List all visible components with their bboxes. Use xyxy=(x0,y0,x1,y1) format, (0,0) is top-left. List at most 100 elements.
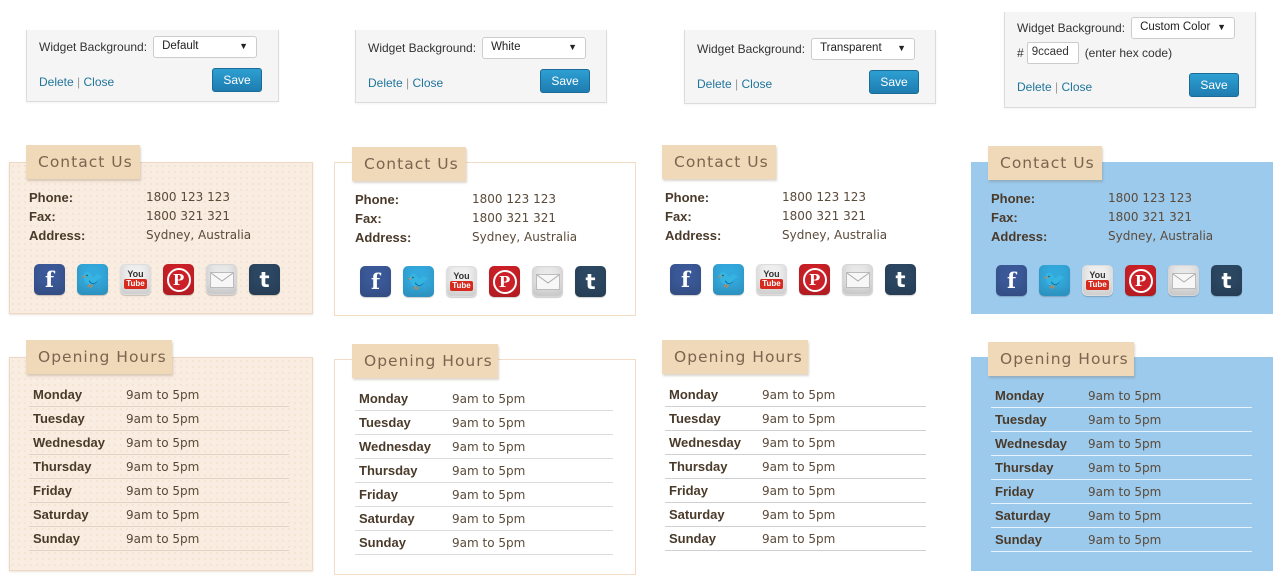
twitter-icon[interactable]: 🐦 xyxy=(713,264,744,295)
hours-table: Monday 9am to 5pm Tuesday 9am to 5pm Wedne… xyxy=(665,383,926,551)
tumblr-icon[interactable]: t xyxy=(1211,265,1242,296)
youtube-icon[interactable]: You Tube xyxy=(1082,265,1113,296)
hours-row: Monday 9am to 5pm xyxy=(355,387,613,411)
facebook-icon[interactable]: f xyxy=(360,266,391,297)
close-link[interactable]: Close xyxy=(413,76,444,90)
settings-panel-default: Widget Background: Default ▼ Delete | Cl… xyxy=(26,30,279,102)
pinterest-icon[interactable]: P xyxy=(799,264,830,295)
pinterest-icon[interactable]: P xyxy=(1125,265,1156,296)
contact-title: Contact Us xyxy=(662,145,776,179)
save-button[interactable]: Save xyxy=(869,70,919,94)
contact-title: Contact Us xyxy=(352,147,466,181)
address-label: Address: xyxy=(991,229,1048,244)
link-separator: | xyxy=(77,75,81,89)
address-label: Address: xyxy=(355,230,412,245)
twitter-icon[interactable]: 🐦 xyxy=(77,264,108,295)
delete-link[interactable]: Delete xyxy=(1017,80,1052,94)
twitter-icon[interactable]: 🐦 xyxy=(1039,265,1070,296)
tumblr-icon[interactable]: t xyxy=(249,264,280,295)
widget-background-select[interactable]: Custom Color ▼ xyxy=(1131,17,1236,39)
fax-value: 1800 321 321 xyxy=(146,209,230,223)
social-icons: f 🐦 You Tube P t xyxy=(34,264,292,295)
address-value: Sydney, Australia xyxy=(782,228,888,242)
hours-row: Monday 9am to 5pm xyxy=(991,384,1252,408)
address-value: Sydney, Australia xyxy=(146,228,252,242)
hours-row: Friday 9am to 5pm xyxy=(29,479,289,503)
hours-row: Thursday 9am to 5pm xyxy=(991,456,1252,480)
address-label: Address: xyxy=(665,228,722,243)
widget-background-select[interactable]: White ▼ xyxy=(482,37,587,59)
hours-row: Wednesday 9am to 5pm xyxy=(29,431,289,455)
hours-row: Wednesday 9am to 5pm xyxy=(355,435,613,459)
hours-row: Wednesday 9am to 5pm xyxy=(991,432,1252,456)
youtube-icon[interactable]: You Tube xyxy=(120,264,151,295)
hours-row: Sunday 9am to 5pm xyxy=(665,527,926,551)
facebook-icon[interactable]: f xyxy=(670,264,701,295)
hours-table: Monday 9am to 5pm Tuesday 9am to 5pm Wedne… xyxy=(355,387,613,555)
hours-row: Friday 9am to 5pm xyxy=(665,479,926,503)
phone-label: Phone: xyxy=(665,190,710,205)
hours-row: Sunday 9am to 5pm xyxy=(29,527,289,551)
chevron-down-icon: ▼ xyxy=(1217,22,1227,32)
link-separator: | xyxy=(406,76,410,90)
social-icons: f 🐦 You Tube P t xyxy=(360,266,618,297)
phone-value: 1800 123 123 xyxy=(472,192,556,206)
hours-row: Sunday 9am to 5pm xyxy=(991,528,1252,552)
save-button[interactable]: Save xyxy=(1189,73,1239,97)
delete-link[interactable]: Delete xyxy=(368,76,403,90)
email-icon[interactable] xyxy=(206,264,237,295)
fax-label: Fax: xyxy=(29,209,56,224)
hours-title: Opening Hours xyxy=(662,340,808,374)
delete-link[interactable]: Delete xyxy=(697,77,732,91)
facebook-icon[interactable]: f xyxy=(996,265,1027,296)
hours-row: Sunday 9am to 5pm xyxy=(355,531,613,555)
select-value: Transparent xyxy=(820,42,882,54)
address-label: Address: xyxy=(29,228,86,243)
select-value: Default xyxy=(162,40,199,52)
phone-value: 1800 123 123 xyxy=(146,190,230,204)
widget-background-label: Widget Background: xyxy=(39,40,148,54)
fax-label: Fax: xyxy=(665,209,692,224)
email-icon[interactable] xyxy=(842,264,873,295)
twitter-icon[interactable]: 🐦 xyxy=(403,266,434,297)
youtube-icon[interactable]: You Tube xyxy=(756,264,787,295)
fax-value: 1800 321 321 xyxy=(782,209,866,223)
youtube-icon[interactable]: You Tube xyxy=(446,266,477,297)
hours-row: Saturday 9am to 5pm xyxy=(355,507,613,531)
hours-row: Tuesday 9am to 5pm xyxy=(29,407,289,431)
email-icon[interactable] xyxy=(1168,265,1199,296)
contact-info: Phone: 1800 123 123 Fax: 1800 321 321 Addr… xyxy=(29,188,251,245)
close-link[interactable]: Close xyxy=(84,75,115,89)
contact-title: Contact Us xyxy=(26,145,140,179)
hours-row: Friday 9am to 5pm xyxy=(991,480,1252,504)
hours-row: Tuesday 9am to 5pm xyxy=(665,407,926,431)
tumblr-icon[interactable]: t xyxy=(575,266,606,297)
widget-background-label: Widget Background: xyxy=(1017,21,1126,35)
hours-row: Tuesday 9am to 5pm xyxy=(991,408,1252,432)
widget-background-select[interactable]: Transparent ▼ xyxy=(811,38,916,60)
hours-row: Wednesday 9am to 5pm xyxy=(665,431,926,455)
close-link[interactable]: Close xyxy=(1062,80,1093,94)
hours-title: Opening Hours xyxy=(988,342,1134,376)
email-icon[interactable] xyxy=(532,266,563,297)
phone-label: Phone: xyxy=(29,190,74,205)
save-button[interactable]: Save xyxy=(540,69,590,93)
pinterest-icon[interactable]: P xyxy=(163,264,194,295)
select-value: White xyxy=(491,41,521,53)
save-button[interactable]: Save xyxy=(212,68,262,92)
phone-label: Phone: xyxy=(355,192,400,207)
pinterest-icon[interactable]: P xyxy=(489,266,520,297)
delete-link[interactable]: Delete xyxy=(39,75,74,89)
address-value: Sydney, Australia xyxy=(1108,229,1214,243)
tumblr-icon[interactable]: t xyxy=(885,264,916,295)
close-link[interactable]: Close xyxy=(742,77,773,91)
contact-title: Contact Us xyxy=(988,146,1102,180)
hex-color-input[interactable]: 9ccaed xyxy=(1026,42,1079,64)
hours-row: Saturday 9am to 5pm xyxy=(29,503,289,527)
hash-label: # xyxy=(1017,46,1024,60)
widget-background-select[interactable]: Default ▼ xyxy=(153,36,258,58)
facebook-icon[interactable]: f xyxy=(34,264,65,295)
fax-value: 1800 321 321 xyxy=(472,211,556,225)
address-value: Sydney, Australia xyxy=(472,230,578,244)
contact-info: Phone: 1800 123 123 Fax: 1800 321 321 Addr… xyxy=(991,189,1213,246)
